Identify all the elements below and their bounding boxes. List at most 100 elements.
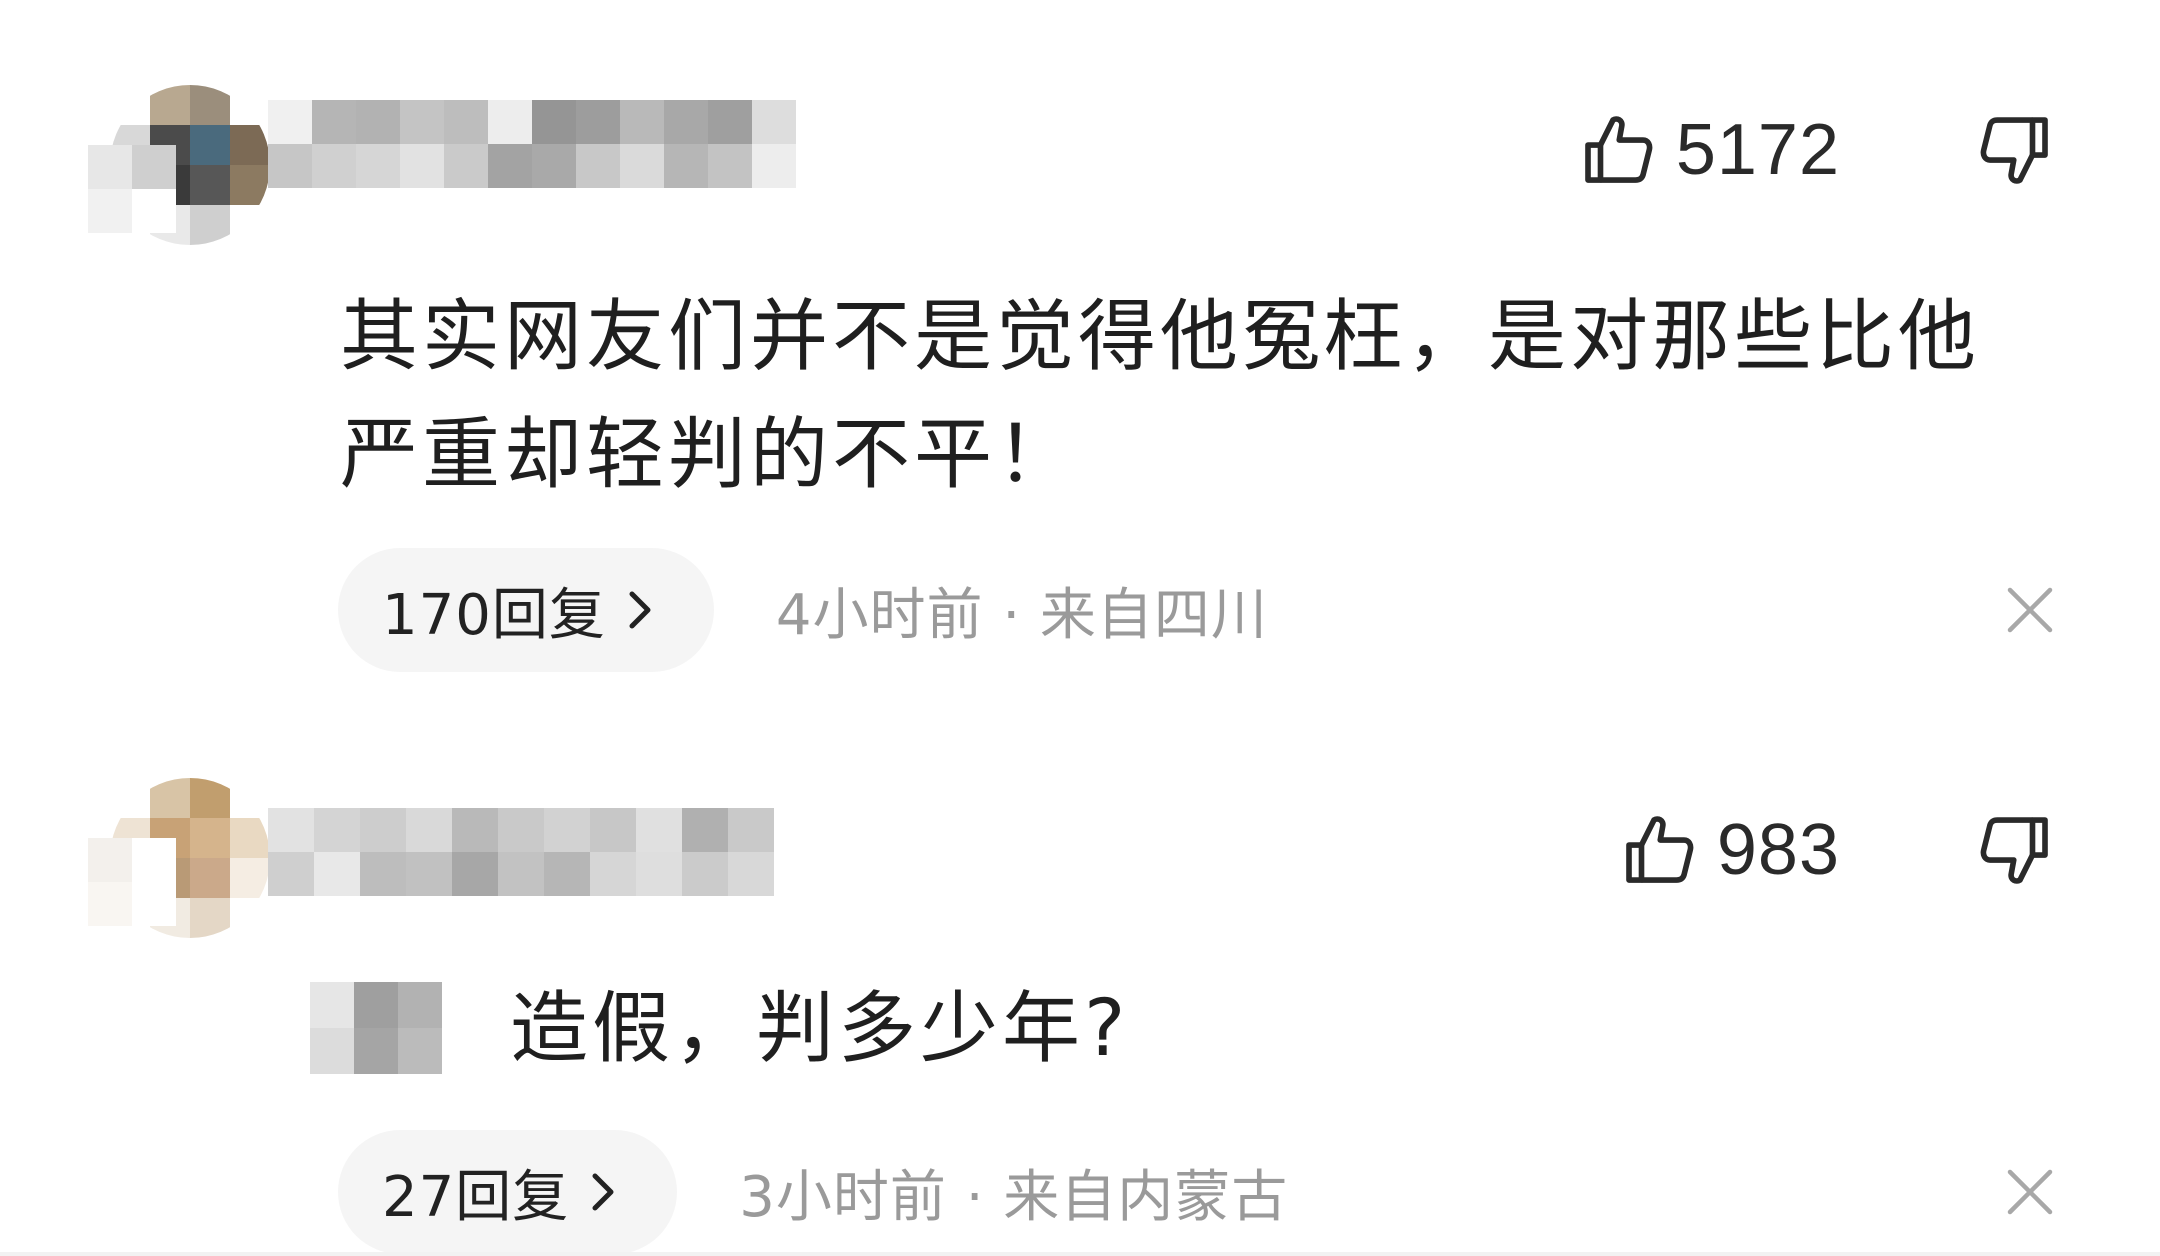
comment-text: 其实网友们并不是觉得他冤枉，是对那些比他严重却轻判的不平！: [340, 292, 1981, 500]
avatar-mosaic-edge: [88, 838, 176, 926]
mosaic-cell: [360, 852, 406, 896]
mosaic-cell: [544, 808, 590, 852]
mosaic-cell: [452, 852, 498, 896]
mosaic-cell: [544, 852, 590, 896]
avatar-mosaic-edge: [88, 145, 176, 233]
chevron-right-icon: [629, 591, 651, 629]
close-icon[interactable]: [2000, 1162, 2060, 1222]
mosaic-cell: [230, 85, 270, 125]
mosaic-cell: [150, 778, 190, 818]
mosaic-cell: [488, 144, 532, 188]
comment-text: 造假，判多少年?: [510, 984, 1130, 1074]
mosaic-cell: [190, 205, 230, 245]
comment-meta: 3小时前 · 来自内蒙古: [739, 1164, 1289, 1230]
mosaic-cell: [488, 100, 532, 144]
thumbs-up-icon: [1626, 816, 1694, 883]
mosaic-cell: [728, 808, 774, 852]
mosaic-cell: [132, 838, 176, 882]
like-button[interactable]: 5172: [1578, 100, 1840, 200]
mosaic-cell: [398, 1028, 442, 1074]
mosaic-cell: [728, 852, 774, 896]
comment-meta: 4小时前 · 来自四川: [775, 582, 1268, 648]
mosaic-cell: [310, 982, 354, 1028]
mosaic-cell: [752, 100, 796, 144]
thumbs-up-icon: [1585, 116, 1653, 183]
mosaic-cell: [406, 808, 452, 852]
mosaic-cell: [230, 898, 270, 938]
mosaic-cell: [268, 808, 314, 852]
mosaic-cell: [664, 144, 708, 188]
mosaic-cell: [132, 189, 176, 233]
mosaic-cell: [354, 982, 398, 1028]
reply-count-label: 170回复: [382, 582, 606, 648]
mosaic-cell: [356, 100, 400, 144]
mosaic-cell: [268, 144, 312, 188]
mosaic-cell: [230, 205, 270, 245]
mosaic-cell: [230, 778, 270, 818]
mosaic-cell: [452, 808, 498, 852]
mosaic-cell: [576, 144, 620, 188]
replies-button[interactable]: 27回复: [338, 1130, 678, 1254]
mosaic-cell: [620, 144, 664, 188]
redacted-text-block: [310, 982, 442, 1074]
mosaic-cell: [230, 858, 270, 898]
mosaic-cell: [664, 100, 708, 144]
replies-button[interactable]: 170回复: [338, 548, 714, 672]
mosaic-cell: [590, 852, 636, 896]
mosaic-cell: [268, 100, 312, 144]
mosaic-cell: [190, 85, 230, 125]
mosaic-cell: [360, 808, 406, 852]
chevron-right-icon: [592, 1173, 614, 1211]
mosaic-cell: [590, 808, 636, 852]
mosaic-cell: [110, 85, 150, 125]
mosaic-cell: [190, 898, 230, 938]
mosaic-cell: [498, 808, 544, 852]
mosaic-cell: [88, 189, 132, 233]
mosaic-cell: [682, 852, 728, 896]
mosaic-cell: [268, 852, 314, 896]
mosaic-cell: [190, 858, 230, 898]
mosaic-cell: [230, 125, 270, 165]
mosaic-cell: [708, 144, 752, 188]
mosaic-cell: [312, 100, 356, 144]
comment-item: 5172 其实网友们并不是觉得他冤枉，是对那些比他严重却轻判的不平！ 170回复…: [0, 0, 2160, 700]
username-redacted[interactable]: [268, 808, 774, 896]
mosaic-cell: [190, 818, 230, 858]
like-count: 983: [1716, 810, 1840, 890]
mosaic-cell: [636, 808, 682, 852]
mosaic-cell: [444, 144, 488, 188]
like-button[interactable]: 983: [1619, 800, 1840, 900]
mosaic-cell: [314, 808, 360, 852]
close-icon[interactable]: [2000, 580, 2060, 640]
comment-footer: 170回复 4小时前 · 来自四川: [338, 546, 2060, 674]
mosaic-cell: [682, 808, 728, 852]
mosaic-cell: [190, 165, 230, 205]
mosaic-cell: [230, 818, 270, 858]
mosaic-cell: [400, 100, 444, 144]
mosaic-cell: [110, 778, 150, 818]
username-redacted[interactable]: [268, 100, 796, 188]
mosaic-cell: [398, 982, 442, 1028]
mosaic-cell: [406, 852, 452, 896]
mosaic-cell: [88, 882, 132, 926]
mosaic-cell: [88, 838, 132, 882]
mosaic-cell: [532, 100, 576, 144]
mosaic-cell: [498, 852, 544, 896]
mosaic-cell: [150, 85, 190, 125]
mosaic-cell: [444, 100, 488, 144]
comment-item: 983 造假，判多少年? 27回复 3小时前 · 来自内蒙古: [0, 700, 2160, 1254]
mosaic-cell: [576, 100, 620, 144]
mosaic-cell: [230, 165, 270, 205]
comment-footer: 27回复 3小时前 · 来自内蒙古: [338, 1128, 2060, 1256]
mosaic-cell: [132, 145, 176, 189]
mosaic-cell: [190, 125, 230, 165]
mosaic-cell: [354, 1028, 398, 1074]
thumbs-down-icon[interactable]: [1975, 110, 2055, 190]
thumbs-down-icon[interactable]: [1975, 810, 2055, 890]
mosaic-cell: [190, 778, 230, 818]
mosaic-cell: [620, 100, 664, 144]
mosaic-cell: [132, 882, 176, 926]
mosaic-cell: [88, 145, 132, 189]
mosaic-cell: [310, 1028, 354, 1074]
mosaic-cell: [314, 852, 360, 896]
